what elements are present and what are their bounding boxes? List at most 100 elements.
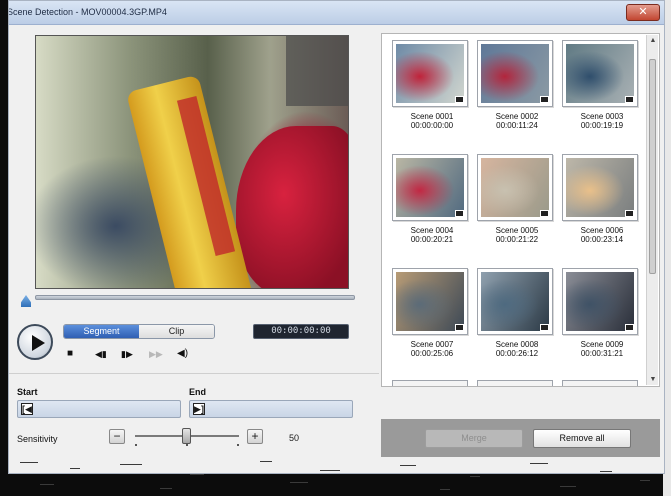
scene-item[interactable]: Scene 0002 00:00:11:24 — [477, 40, 557, 130]
scene-time: 00:00:21:22 — [495, 235, 539, 244]
scene-time: 00:00:19:19 — [580, 121, 624, 130]
remove-all-button[interactable]: Remove all — [533, 429, 631, 448]
slider-tick — [135, 444, 137, 446]
play-icon — [32, 335, 45, 351]
film-icon — [625, 324, 634, 331]
scene-thumbnail[interactable] — [562, 268, 638, 335]
previous-frame-icon[interactable]: ◀▮ — [95, 347, 107, 361]
scene-name: Scene 0009 — [580, 340, 624, 349]
scene-image — [481, 44, 549, 103]
noise-stroke — [320, 470, 340, 471]
scene-image — [566, 158, 634, 217]
noise-stroke — [260, 461, 272, 462]
sensitivity-plus-button[interactable]: + — [247, 429, 263, 444]
noise-stroke — [530, 463, 548, 464]
scene-name: Scene 0006 — [580, 226, 624, 235]
scene-name: Scene 0003 — [580, 112, 624, 121]
scene-name: Scene 0002 — [495, 112, 539, 121]
merge-button[interactable]: Merge — [425, 429, 523, 448]
seek-thumb[interactable] — [21, 295, 31, 307]
scene-time: 00:00:31:21 — [580, 349, 624, 358]
film-icon — [625, 210, 634, 217]
fast-forward-icon[interactable]: ▶▶ — [149, 347, 163, 361]
scene-thumbnail[interactable] — [477, 40, 553, 107]
noise-stroke — [640, 480, 650, 481]
noise-stroke — [400, 465, 416, 466]
scene-detection-window: Scene Detection - MOV00004.3GP.MP4 ✕ Seg… — [8, 0, 665, 474]
film-icon — [540, 96, 549, 103]
scene-caption: Scene 0006 00:00:23:14 — [562, 226, 642, 244]
scene-item[interactable]: Scene 0007 00:00:25:06 — [392, 268, 472, 358]
scene-caption: Scene 0007 00:00:25:06 — [392, 340, 472, 358]
scene-thumbnail[interactable] — [562, 40, 638, 107]
scrollbar[interactable]: ▲ ▼ — [646, 35, 658, 385]
scene-thumbnail[interactable] — [562, 154, 638, 221]
scene-image — [481, 272, 549, 331]
sensitivity-slider-thumb[interactable] — [182, 428, 191, 444]
close-button[interactable]: ✕ — [626, 4, 660, 21]
scene-time: 00:00:23:14 — [580, 235, 624, 244]
scene-name: Scene 0001 — [410, 112, 454, 121]
scene-image — [566, 44, 634, 103]
slider-tick — [237, 444, 239, 446]
play-button[interactable] — [17, 324, 53, 360]
scan-noise — [0, 456, 671, 496]
set-end-icon[interactable]: ▶] — [193, 403, 205, 415]
scene-thumbnail-partial[interactable] — [562, 380, 638, 386]
scene-item[interactable]: Scene 0006 00:00:23:14 — [562, 154, 642, 244]
noise-stroke — [160, 488, 172, 489]
scene-item[interactable]: Scene 0008 00:00:26:12 — [477, 268, 557, 358]
scroll-up-icon[interactable]: ▲ — [648, 37, 658, 44]
scene-name: Scene 0007 — [410, 340, 454, 349]
set-start-icon[interactable]: [◀ — [21, 403, 33, 415]
scene-thumbnail[interactable] — [392, 268, 468, 335]
scene-item[interactable]: Scene 0001 00:00:00:00 — [392, 40, 472, 130]
noise-stroke — [440, 489, 450, 490]
divider — [9, 373, 379, 374]
volume-icon[interactable]: ◀) — [177, 347, 188, 361]
start-label: Start — [17, 387, 38, 397]
scene-time: 00:00:25:06 — [410, 349, 454, 358]
stop-icon[interactable]: ■ — [67, 347, 73, 361]
film-icon — [540, 210, 549, 217]
scene-name: Scene 0008 — [495, 340, 539, 349]
timecode-display: 00:00:00:00 — [253, 324, 349, 339]
scroll-down-icon[interactable]: ▼ — [648, 376, 658, 383]
film-icon — [455, 210, 464, 217]
video-shadow — [286, 36, 348, 106]
action-bar: Merge Remove all — [381, 419, 660, 457]
title-bar: Scene Detection - MOV00004.3GP.MP4 ✕ — [9, 1, 664, 25]
scene-thumbnail[interactable] — [392, 40, 468, 107]
seek-bar[interactable] — [35, 295, 355, 300]
scene-thumbnail[interactable] — [477, 268, 553, 335]
tab-clip[interactable]: Clip — [139, 325, 214, 338]
scene-item[interactable]: Scene 0009 00:00:31:21 — [562, 268, 642, 358]
window-title: Scene Detection - MOV00004.3GP.MP4 — [8, 7, 167, 17]
end-field[interactable]: ▶] — [189, 400, 353, 418]
sensitivity-minus-button[interactable]: − — [109, 429, 125, 444]
video-preview — [35, 35, 349, 289]
scene-item[interactable]: Scene 0005 00:00:21:22 — [477, 154, 557, 244]
scene-item[interactable]: Scene 0003 00:00:19:19 — [562, 40, 642, 130]
scene-image — [396, 158, 464, 217]
scene-item[interactable]: Scene 0004 00:00:20:21 — [392, 154, 472, 244]
next-frame-icon[interactable]: ▮▶ — [121, 347, 133, 361]
tab-segment[interactable]: Segment — [64, 325, 139, 338]
film-icon — [455, 324, 464, 331]
scene-thumbnail[interactable] — [477, 154, 553, 221]
scene-thumbnail[interactable] — [392, 154, 468, 221]
scene-list[interactable]: Scene 0001 00:00:00:00 Scene 0002 00:00:11:… — [381, 33, 660, 387]
scene-caption: Scene 0008 00:00:26:12 — [477, 340, 557, 358]
sensitivity-value: 50 — [289, 433, 300, 443]
scene-thumbnail-partial[interactable] — [477, 380, 553, 386]
noise-stroke — [600, 471, 612, 472]
start-field[interactable]: [◀ — [17, 400, 181, 418]
scroll-thumb[interactable] — [649, 59, 656, 274]
noise-stroke — [290, 482, 308, 483]
noise-stroke — [20, 462, 38, 463]
sensitivity-label: Sensitivity — [17, 434, 58, 444]
noise-stroke — [560, 486, 576, 487]
scene-image — [481, 158, 549, 217]
scene-thumbnail-partial[interactable] — [392, 380, 468, 386]
segment-clip-toggle[interactable]: Segment Clip — [63, 324, 215, 339]
